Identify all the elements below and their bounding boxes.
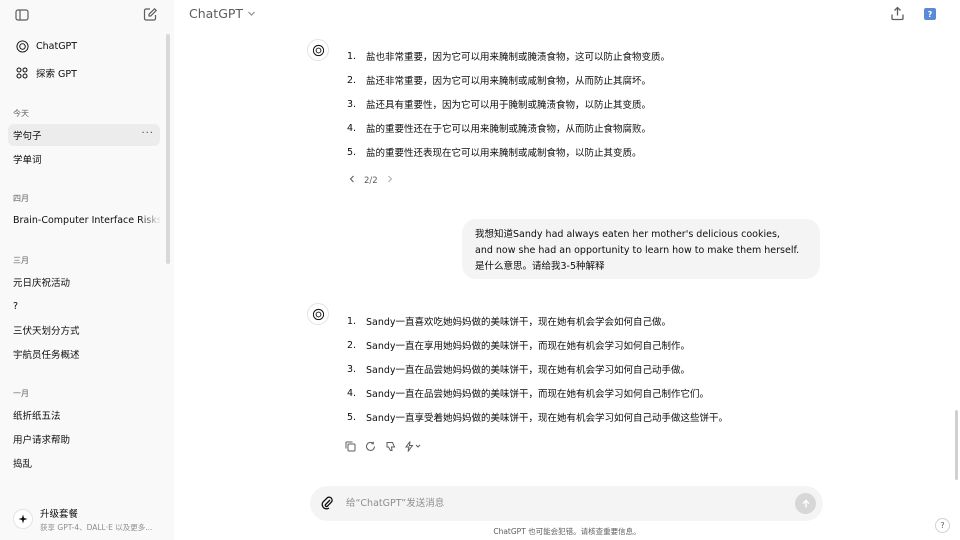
more-options-icon[interactable]: ··· bbox=[141, 128, 154, 139]
section-title-april: 四月 bbox=[13, 194, 29, 203]
model-name: ChatGPT bbox=[189, 6, 244, 21]
model-switch-icon[interactable] bbox=[404, 440, 424, 452]
chat-item[interactable]: 学单词 bbox=[8, 148, 160, 170]
user-message-line: and now she had an opportunity to learn … bbox=[475, 245, 800, 256]
chat-item-label: 纸折纸五法 bbox=[13, 411, 61, 422]
chat-item-label: 捣乱 bbox=[13, 459, 33, 470]
assistant-message: 1. Sandy一直喜欢吃她妈妈做的美味饼干，现在她有机会学会如何自己做。 2. S… bbox=[347, 309, 787, 429]
sidebar: ChatGPT 探索 GPT 今天 学句子 ··· 学单词 四月 Brain-C… bbox=[0, 0, 174, 540]
share-icon[interactable] bbox=[890, 6, 905, 21]
sidebar-toggle-icon[interactable] bbox=[15, 7, 29, 21]
chat-item[interactable]: 纸折纸五法 bbox=[8, 404, 160, 426]
message-actions bbox=[344, 440, 432, 452]
chat-item[interactable]: 用户请求帮助 bbox=[8, 428, 160, 450]
chat-item-label: 三伏天划分方式 bbox=[13, 326, 80, 337]
chat-item[interactable]: Brain-Computer Interface Risks bbox=[8, 209, 160, 231]
sidebar-item-label: 探索 GPT bbox=[36, 69, 77, 80]
attach-icon[interactable] bbox=[320, 495, 334, 511]
thumbs-down-icon[interactable] bbox=[384, 440, 396, 452]
model-selector[interactable]: ChatGPT bbox=[189, 6, 256, 21]
copy-icon[interactable] bbox=[344, 440, 356, 452]
chat-item-label: Brain-Computer Interface Risks bbox=[13, 214, 160, 226]
list-item: 3. Sandy一直在品尝她妈妈做的美味饼干，现在她有机会学习如何自己动手做。 bbox=[347, 363, 691, 377]
pager-count: 2/2 bbox=[364, 175, 378, 186]
list-item: 5. Sandy一直享受着她妈妈做的美味饼干，现在她有机会学习如何自己动手做这些饼… bbox=[347, 411, 729, 425]
user-message-line: 是什么意思。请给我3-5种解释 bbox=[475, 261, 605, 272]
chat-item[interactable]: 宇航员任务概述 bbox=[8, 343, 160, 365]
chat-item-label: ? bbox=[13, 300, 19, 312]
list-item: 1. Sandy一直喜欢吃她妈妈做的美味饼干，现在她有机会学会如何自己做。 bbox=[347, 315, 672, 329]
user-avatar[interactable]: ? bbox=[924, 8, 936, 20]
list-item: 2. Sandy一直在享用她妈妈做的美味饼干，而现在她有机会学习如何自己制作。 bbox=[347, 339, 691, 353]
sidebar-top-bar bbox=[0, 0, 174, 28]
message-composer bbox=[310, 486, 823, 521]
help-button[interactable]: ? bbox=[935, 518, 950, 533]
message-input[interactable] bbox=[346, 495, 766, 512]
chat-item[interactable]: 三伏天划分方式 bbox=[8, 319, 160, 341]
list-item: 5. 盐的重要性还表现在它可以用来腌制或咸制食物，以防止其变质。 bbox=[347, 146, 642, 160]
sidebar-item-chatgpt[interactable]: ChatGPT bbox=[8, 34, 160, 58]
section-title-january: 一月 bbox=[13, 389, 29, 398]
chevron-down-icon bbox=[247, 6, 256, 21]
user-message: 我想知道Sandy had always eaten her mother's … bbox=[462, 219, 820, 279]
list-item: 1. 盐也非常重要，因为它可以用来腌制或腌渍食物，这可以防止食物变质。 bbox=[347, 50, 671, 64]
user-message-line: 我想知道Sandy had always eaten her mother's … bbox=[475, 229, 780, 240]
grid-icon bbox=[15, 66, 29, 80]
chat-item-active[interactable]: 学句子 ··· bbox=[8, 124, 160, 146]
disclaimer-text: ChatGPT 也可能会犯错。请核查重要信息。 bbox=[493, 527, 641, 536]
chevron-right-icon[interactable] bbox=[386, 175, 394, 186]
list-item: 2. 盐还非常重要，因为它可以用来腌制或咸制食物，从而防止其腐坏。 bbox=[347, 74, 652, 88]
list-item: 4. 盐的重要性还在于它可以用来腌制或腌渍食物，从而防止食物腐败。 bbox=[347, 122, 652, 136]
chat-item-label: 学单词 bbox=[13, 155, 42, 166]
main-scrollbar[interactable] bbox=[955, 410, 958, 480]
chat-item-label: 宇航员任务概述 bbox=[13, 350, 80, 361]
chat-item-label: 学句子 bbox=[13, 131, 42, 142]
sidebar-scrollbar[interactable] bbox=[166, 34, 170, 264]
assistant-avatar-icon bbox=[307, 39, 329, 61]
response-pager: 2/2 bbox=[344, 175, 398, 186]
list-item: 4. Sandy一直在品尝她妈妈做的美味饼干，而现在她有机会学习如何自己制作它们。 bbox=[347, 387, 710, 401]
section-title-march: 三月 bbox=[13, 256, 29, 265]
list-item: 3. 盐还具有重要性，因为它可以用于腌制或腌渍食物，以防止其变质。 bbox=[347, 98, 652, 112]
sidebar-item-label: ChatGPT bbox=[36, 40, 78, 52]
send-button[interactable] bbox=[795, 493, 816, 514]
sidebar-item-explore-gpts[interactable]: 探索 GPT bbox=[8, 61, 160, 85]
regenerate-icon[interactable] bbox=[364, 440, 376, 452]
openai-logo-icon bbox=[15, 39, 29, 53]
chat-item[interactable]: 元日庆祝活动 bbox=[8, 271, 160, 293]
new-chat-icon[interactable] bbox=[143, 7, 158, 22]
assistant-avatar-icon bbox=[307, 303, 329, 325]
upgrade-title: 升级套餐 bbox=[40, 508, 79, 520]
assistant-message: 1. 盐也非常重要，因为它可以用来腌制或腌渍食物，这可以防止食物变质。 2. 盐还非… bbox=[347, 44, 787, 164]
chevron-left-icon[interactable] bbox=[348, 175, 356, 186]
chat-item[interactable]: ? bbox=[8, 295, 160, 317]
section-title-today: 今天 bbox=[13, 109, 29, 118]
chat-item-label: 用户请求帮助 bbox=[13, 435, 71, 446]
chat-item-label: 元日庆祝活动 bbox=[13, 278, 71, 289]
chat-item[interactable]: 捣乱 bbox=[8, 452, 160, 474]
